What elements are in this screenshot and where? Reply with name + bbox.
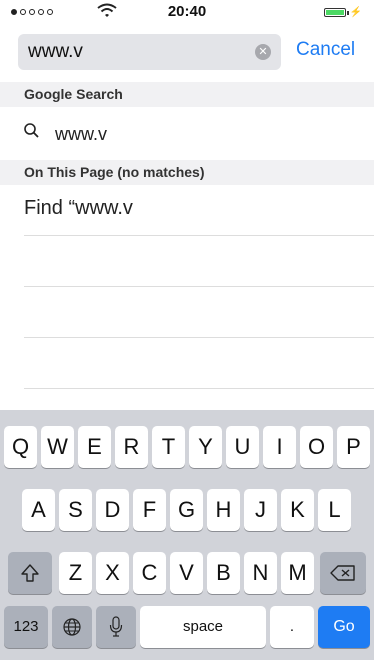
divider [24, 235, 374, 236]
battery-icon: ⚡ [323, 7, 362, 18]
google-search-header: Google Search [0, 82, 374, 107]
key-e[interactable]: E [78, 426, 111, 468]
address-field[interactable]: www.v ✕ [18, 34, 281, 70]
key-f[interactable]: F [133, 489, 166, 531]
key-v[interactable]: V [170, 552, 203, 594]
key-g[interactable]: G [170, 489, 203, 531]
key-o[interactable]: O [300, 426, 333, 468]
cancel-button[interactable]: Cancel [296, 39, 355, 61]
battery-body [323, 8, 346, 17]
key-r[interactable]: R [115, 426, 148, 468]
dictation-key[interactable] [96, 606, 136, 648]
backspace-icon [330, 565, 355, 581]
divider [24, 388, 374, 389]
key-k[interactable]: K [281, 489, 314, 531]
delete-key[interactable] [320, 552, 366, 594]
key-x[interactable]: X [96, 552, 129, 594]
key-s[interactable]: S [59, 489, 92, 531]
shift-icon [21, 564, 39, 582]
search-icon [24, 123, 39, 138]
period-key[interactable]: . [270, 606, 314, 648]
key-z[interactable]: Z [59, 552, 92, 594]
clear-icon[interactable]: ✕ [255, 44, 271, 60]
key-t[interactable]: T [152, 426, 185, 468]
key-q[interactable]: Q [4, 426, 37, 468]
key-m[interactable]: M [281, 552, 314, 594]
key-n[interactable]: N [244, 552, 277, 594]
key-b[interactable]: B [207, 552, 240, 594]
battery-fill [325, 10, 344, 15]
status-bar: 20:40 ⚡ [0, 0, 374, 24]
search-bar: www.v ✕ Cancel [0, 24, 374, 82]
microphone-icon [109, 616, 123, 637]
find-on-page-row[interactable]: Find “www.v [0, 185, 374, 235]
address-input-text[interactable]: www.v [28, 41, 83, 63]
space-key[interactable]: space [140, 606, 266, 648]
divider [24, 337, 374, 338]
section-title: On This Page (no matches) [24, 164, 205, 180]
key-h[interactable]: H [207, 489, 240, 531]
key-i[interactable]: I [263, 426, 296, 468]
suggestion-text: www.v [55, 124, 108, 144]
numbers-key[interactable]: 123 [4, 606, 48, 648]
key-p[interactable]: P [337, 426, 370, 468]
key-u[interactable]: U [226, 426, 259, 468]
on-this-page-header: On This Page (no matches) [0, 160, 374, 185]
key-c[interactable]: C [133, 552, 166, 594]
section-title: Google Search [24, 86, 123, 102]
divider [24, 286, 374, 287]
charging-icon: ⚡ [349, 7, 362, 18]
go-button[interactable]: Go [318, 606, 370, 648]
keyboard: QWERTYUIOP ASDFGHJKL ZXCVBNM 123 space .… [0, 410, 374, 660]
shift-key[interactable] [8, 552, 52, 594]
key-d[interactable]: D [96, 489, 129, 531]
globe-icon [63, 618, 81, 636]
key-a[interactable]: A [22, 489, 55, 531]
key-l[interactable]: L [318, 489, 351, 531]
search-suggestion[interactable]: www.v [0, 110, 374, 160]
key-y[interactable]: Y [189, 426, 222, 468]
battery-tip [346, 10, 349, 15]
key-w[interactable]: W [41, 426, 74, 468]
clock: 20:40 [167, 3, 207, 20]
globe-key[interactable] [52, 606, 92, 648]
key-j[interactable]: J [244, 489, 277, 531]
find-text: Find “www.v [24, 197, 133, 219]
